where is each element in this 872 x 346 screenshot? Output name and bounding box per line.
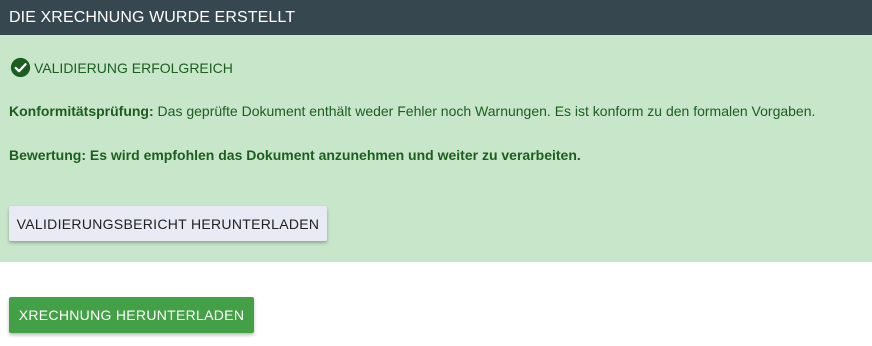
- validation-result-panel: VALIDIERUNG ERFOLGREICH Konformitätsprüf…: [0, 35, 872, 262]
- page-title: DIE XRECHNUNG WURDE ERSTELLT: [9, 8, 296, 26]
- conformity-text: Das geprüfte Dokument enthält weder Fehl…: [153, 103, 816, 119]
- actions-area: XRECHNUNG HERUNTERLADEN: [0, 262, 872, 346]
- check-circle-icon: [10, 57, 31, 78]
- download-xrechnung-button[interactable]: XRECHNUNG HERUNTERLADEN: [9, 297, 254, 333]
- download-validation-report-button[interactable]: VALIDIERUNGSBERICHT HERUNTERLADEN: [9, 206, 327, 241]
- validation-status-text: VALIDIERUNG ERFOLGREICH: [34, 59, 233, 76]
- conformity-label: Konformitätsprüfung:: [9, 103, 154, 119]
- conformity-check-line: Konformitätsprüfung: Das geprüfte Dokume…: [9, 103, 815, 119]
- validation-status: VALIDIERUNG ERFOLGREICH: [10, 57, 233, 78]
- page-header: DIE XRECHNUNG WURDE ERSTELLT: [0, 0, 872, 35]
- rating-line: Bewertung: Es wird empfohlen das Dokumen…: [9, 147, 581, 163]
